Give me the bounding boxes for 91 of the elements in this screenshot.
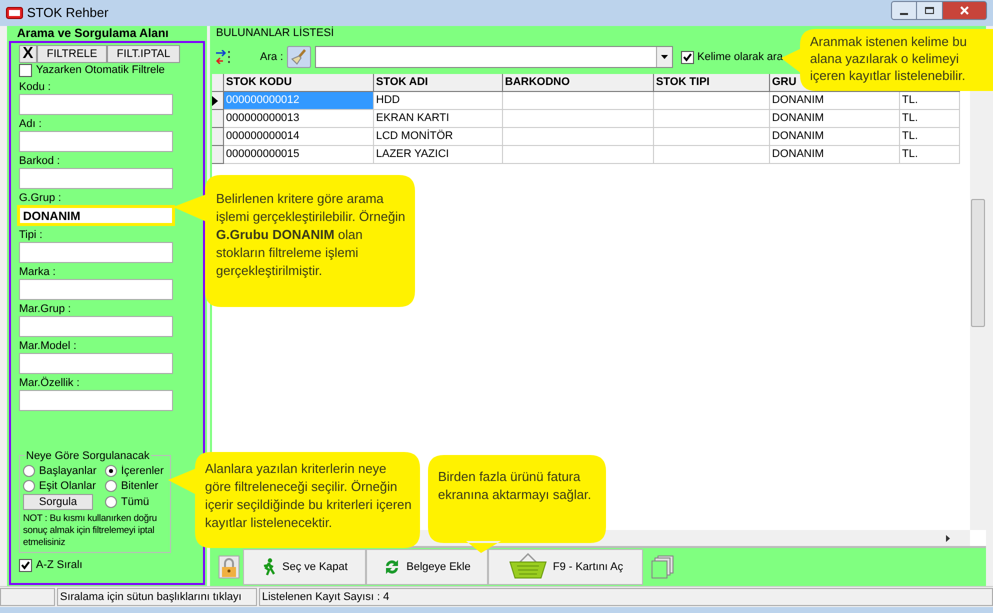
padlock-icon [218,555,240,579]
field-label: Mar.Model : [19,339,78,353]
row-pointer-icon [212,96,218,106]
radio-button[interactable] [23,465,35,477]
windows-stack-icon [651,555,675,579]
scroll-right-icon [946,534,950,542]
clear-button[interactable]: X [19,45,37,63]
checkbox-label: A-Z Sıralı [36,558,82,573]
text-field[interactable] [19,390,173,411]
close-button[interactable] [943,0,987,20]
close-icon [960,6,969,14]
dropdown-arrow-icon [661,55,668,59]
radio-button[interactable] [23,480,35,492]
filter-button[interactable]: FILTRELE [37,45,107,63]
field-label: Adı : [19,117,43,131]
tooltip-text: Alanlara yazılan kriterlerin neye göre filtreleneceği seçilir. Örneğin içerir seçildiğinde bu kriterleri içeren kayıtlar listelenecektir. [205,460,413,532]
radio-button[interactable] [105,496,117,508]
table-cell: DONANIM [770,92,900,110]
table-cell: LAZER YAZICI [374,146,503,164]
table-cell: 000000000015 [224,146,374,164]
minimize-button[interactable] [891,0,917,20]
table-cell: DONANIM [770,128,900,146]
table-cell: DONANIM [770,110,900,128]
status-text: Sıralama için sütun başlıklarını tıklayı [57,588,257,606]
tooltip-text: Aranmak istenen kelime bu alana yazılarak o kelimeyi içeren kayıtlar listelenebilir. [810,33,968,84]
text-field[interactable] [19,94,173,115]
field-label: Barkod : [19,154,61,168]
table-cell: TL. [900,92,960,110]
panel-title: Arama ve Sorgulama Alanı [16,26,170,41]
word-search-checkbox[interactable] [681,50,694,64]
field-label: Mar.Grup : [19,302,72,316]
brush-icon [291,49,308,65]
list-title: BULUNANLAR LİSTESİ [216,26,335,40]
text-field[interactable] [19,168,173,189]
table-cell: HDD [374,92,503,110]
walking-man-icon [261,558,278,576]
sort-checkbox[interactable] [19,558,32,572]
table-cell: 000000000012 [224,92,374,110]
field-label: G.Grup : [19,191,62,205]
table-cell: TL. [900,146,960,164]
column-header[interactable]: STOK ADI [374,74,503,92]
column-header[interactable]: STOK TIPI [654,74,770,92]
sort-arrows-icon [216,50,232,64]
radio-label: Bitenler [121,478,158,494]
window-title: STOK Rehber [27,4,108,22]
auto-filter-checkbox[interactable] [19,64,32,76]
checkbox-label: Yazarken Otomatik Filtrele [36,62,165,78]
field-label: Tipi : [19,228,44,242]
radio-button[interactable] [105,480,117,492]
text-field[interactable] [19,279,173,300]
search-label: Ara : [260,50,284,65]
clear-search-button[interactable] [287,46,312,68]
table-cell: TL. [900,110,960,128]
action-button[interactable]: Belgeye Ekle [366,549,488,585]
field-label: Marka : [19,265,57,279]
row-header[interactable] [212,92,224,110]
search-combobox[interactable] [315,46,674,68]
action-button[interactable]: F9 - Kartını Aç [488,549,643,585]
table-cell: DONANIM [770,146,900,164]
field-label: Kodu : [19,80,52,94]
action-button[interactable]: Seç ve Kapat [243,549,366,585]
table-cell: 000000000014 [224,128,374,146]
status-panel [0,588,55,606]
radio-label: İçerenler [121,464,164,479]
text-field[interactable] [19,242,173,263]
table-cell: TL. [900,128,960,146]
text-field[interactable] [19,353,173,374]
row-header [212,74,224,92]
radio-button[interactable] [105,465,117,477]
field-label: Mar.Özellik : [19,376,81,390]
note-text: NOT : Bu kısmı kullanırken doğru sonuç almak için filtrelemeyi iptal etmelisiniz [23,513,158,549]
text-field[interactable] [19,131,173,152]
column-header[interactable]: BARKODNO [503,74,654,92]
text-field[interactable] [19,316,173,337]
column-header[interactable]: STOK KODU [224,74,374,92]
radio-label: Tümü [121,494,150,510]
query-button[interactable]: Sorgula [23,494,93,510]
radio-label: Eşit Olanlar [39,478,96,494]
radio-label: Başlayanlar [39,464,96,479]
table-cell: EKRAN KARTI [374,110,503,128]
tooltip-text: Belirlenen kritere göre arama işlemi gerçekleştirilebilir. Örneğin G.Grubu DONANIM olan stokların filtreleme işlemi gerçekleştirilmiştir. [216,190,406,280]
app-logo-icon [6,7,23,19]
checkbox-label: Kelime olarak ara [697,50,783,65]
maximize-button[interactable] [917,0,943,20]
filter-button[interactable]: FILT.IPTAL [107,45,180,63]
groupbox-title: Neye Göre Sorgulanacak [25,448,151,464]
table-cell: LCD MONİTÖR [374,128,503,146]
tooltip-text: Birden fazla ürünü fatura ekranına aktarmayı sağlar. [438,468,592,504]
table-cell: 000000000013 [224,110,374,128]
status-text: Listelenen Kayıt Sayısı : 4 [259,588,993,606]
text-field[interactable]: DONANIM [17,205,175,226]
